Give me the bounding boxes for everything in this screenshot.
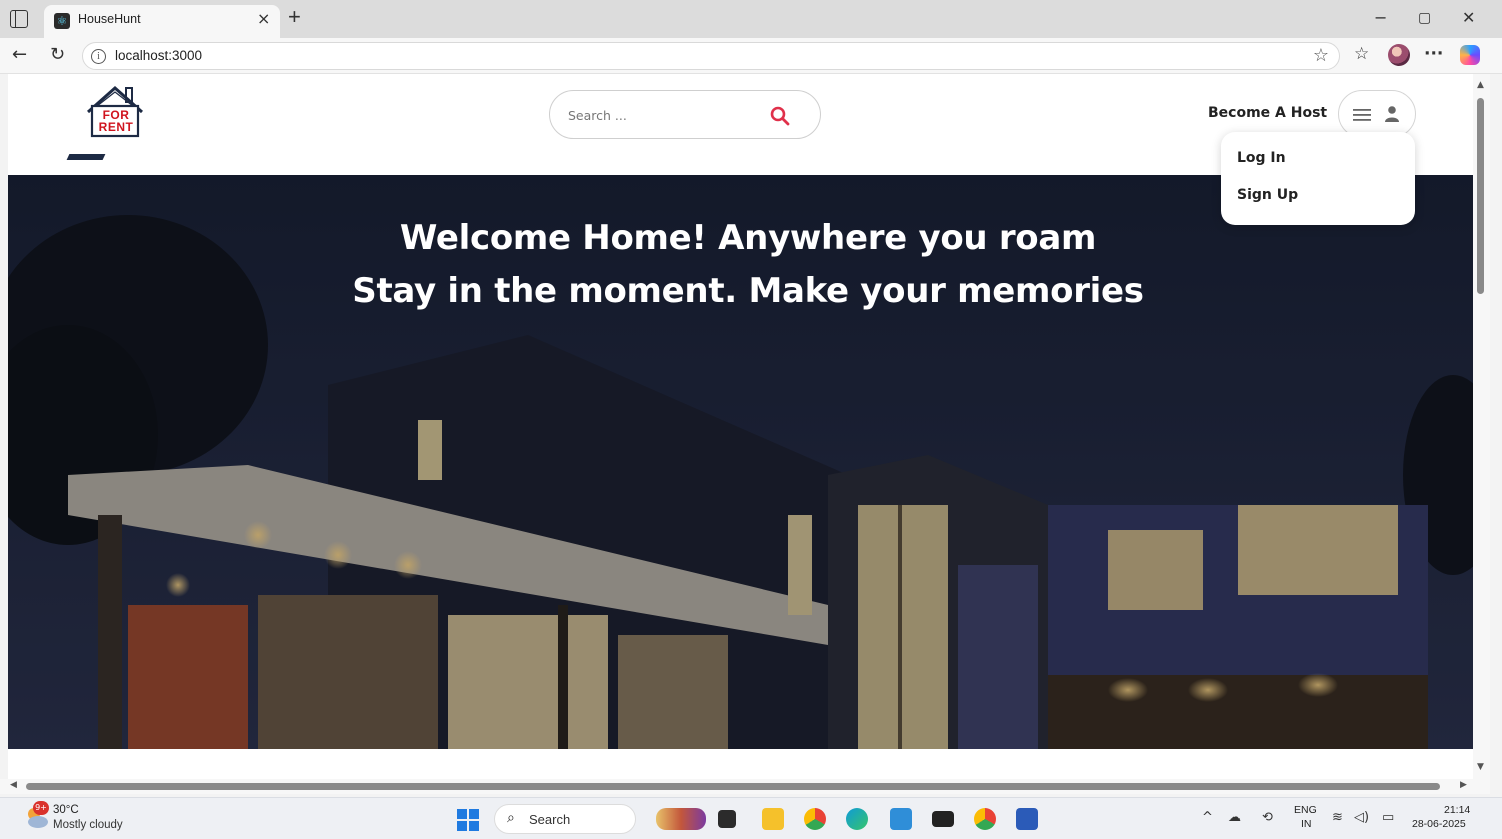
url-text[interactable]: localhost:3000 <box>115 48 202 63</box>
logo-tagline-band <box>66 154 106 160</box>
scroll-up-icon[interactable]: ▲ <box>1477 80 1484 90</box>
back-icon[interactable]: ← <box>12 44 27 65</box>
windows-taskbar: 9+ 30°C Mostly cloudy ⌕ Search ^ ☁ ⟲ ENG… <box>0 797 1502 839</box>
battery-icon[interactable]: ▭ <box>1382 810 1394 825</box>
horizontal-scrollbar[interactable]: ◀ ▶ <box>0 779 1490 794</box>
copilot-icon[interactable] <box>1460 45 1480 65</box>
wifi-icon[interactable]: ≋ <box>1332 810 1343 825</box>
hamburger-icon <box>1353 109 1371 121</box>
login-menu-item[interactable]: Log In <box>1237 150 1286 166</box>
search-input[interactable] <box>568 104 748 126</box>
windows-start-icon[interactable] <box>457 809 479 831</box>
weather-temperature[interactable]: 30°C <box>53 804 79 816</box>
browser-tab[interactable]: ⚛ HouseHunt × <box>44 5 280 38</box>
browser-toolbar: ← ↻ i localhost:3000 ☆ ☆ ··· <box>0 38 1502 74</box>
scroll-left-icon[interactable]: ◀ <box>10 780 17 790</box>
page-below-hero <box>8 749 1473 779</box>
more-options-icon[interactable]: ··· <box>1424 44 1443 64</box>
weather-description[interactable]: Mostly cloudy <box>53 819 123 831</box>
search-bar <box>549 90 821 139</box>
restore-icon[interactable]: ▢ <box>1418 10 1431 26</box>
scroll-down-icon[interactable]: ▼ <box>1477 762 1484 772</box>
new-tab-icon[interactable]: + <box>288 4 301 30</box>
chrome-profile-icon[interactable] <box>974 808 996 830</box>
logo-text: FOR RENT <box>94 109 138 133</box>
edge-icon[interactable] <box>846 808 868 830</box>
volume-icon[interactable]: ◁) <box>1354 810 1369 825</box>
hero-headline-2: Stay in the moment. Make your memories <box>352 271 1144 311</box>
for-rent-logo[interactable]: FOR RENT <box>66 82 166 164</box>
profile-avatar[interactable] <box>1388 44 1410 66</box>
react-favicon-icon: ⚛ <box>54 13 70 29</box>
word-icon[interactable] <box>1016 808 1038 830</box>
sidebar-toggle-icon[interactable] <box>10 10 28 28</box>
house-night-image <box>8 175 1473 749</box>
network-sync-icon[interactable]: ☁ <box>1228 810 1241 825</box>
become-host-link[interactable]: Become A Host <box>1208 105 1327 121</box>
vertical-scrollbar[interactable]: ▲ ▼ <box>1473 74 1490 779</box>
search-highlight-icon[interactable] <box>656 808 706 830</box>
search-icon[interactable] <box>768 104 792 128</box>
favorite-star-icon[interactable]: ☆ <box>1313 45 1329 66</box>
user-menu-button[interactable] <box>1338 90 1416 138</box>
phone-link-icon[interactable]: ⟲ <box>1262 810 1273 825</box>
language-indicator-bottom[interactable]: IN <box>1301 818 1312 830</box>
terminal-icon[interactable] <box>932 811 954 827</box>
signup-menu-item[interactable]: Sign Up <box>1237 187 1298 203</box>
user-icon <box>1385 106 1399 122</box>
language-indicator-top[interactable]: ENG <box>1294 804 1317 816</box>
favorites-icon[interactable]: ☆ <box>1354 44 1369 64</box>
chrome-icon[interactable] <box>804 808 826 830</box>
show-hidden-icons-icon[interactable]: ^ <box>1202 810 1213 825</box>
task-view-icon[interactable] <box>718 810 736 828</box>
scroll-right-icon[interactable]: ▶ <box>1460 780 1467 790</box>
taskbar-search[interactable]: ⌕ Search <box>494 804 636 834</box>
address-bar[interactable]: i localhost:3000 ☆ <box>82 42 1340 70</box>
file-explorer-icon[interactable] <box>762 808 784 830</box>
site-info-icon[interactable]: i <box>91 49 106 64</box>
page-viewport: FOR RENT Become A Host <box>8 74 1473 779</box>
user-dropdown-menu: Log In Sign Up <box>1221 132 1415 225</box>
clock-date[interactable]: 28-06-2025 <box>1412 818 1466 830</box>
weather-notification-badge: 9+ <box>33 801 49 815</box>
tab-close-icon[interactable]: × <box>257 9 270 28</box>
tab-title: HouseHunt <box>78 12 141 26</box>
browser-tab-strip: ⚛ HouseHunt × + − ▢ ✕ <box>0 0 1502 38</box>
minimize-icon[interactable]: − <box>1374 8 1387 27</box>
close-window-icon[interactable]: ✕ <box>1462 8 1475 27</box>
clock-time[interactable]: 21:14 <box>1444 804 1470 816</box>
hero-banner: Welcome Home! Anywhere you roam Stay in … <box>8 175 1473 749</box>
vscode-icon[interactable] <box>890 808 912 830</box>
logo-text-line2: RENT <box>98 120 134 134</box>
taskbar-search-icon: ⌕ <box>507 810 515 826</box>
vertical-scroll-thumb[interactable] <box>1477 98 1484 294</box>
refresh-icon[interactable]: ↻ <box>50 44 65 65</box>
taskbar-search-label: Search <box>529 812 571 827</box>
horizontal-scroll-thumb[interactable] <box>26 783 1440 790</box>
